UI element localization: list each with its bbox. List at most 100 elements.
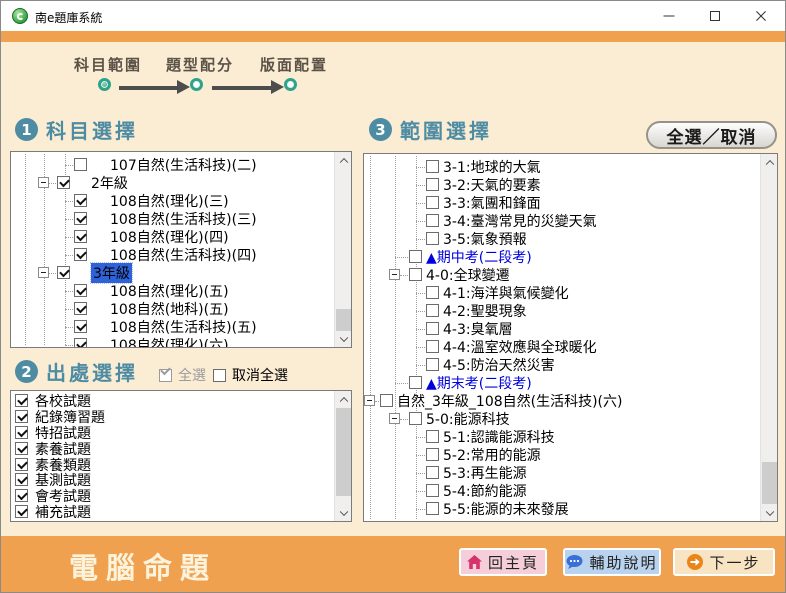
scrollbar-thumb[interactable] xyxy=(336,408,351,496)
tree-checkbox[interactable] xyxy=(409,376,422,389)
tree-label[interactable]: 5-4:節約能源 xyxy=(443,481,527,501)
tree-row[interactable]: 108自然(理化)(四) xyxy=(11,228,334,246)
tree-row[interactable]: 4-5:防治天然災害 xyxy=(364,356,760,374)
tree-checkbox[interactable] xyxy=(426,178,439,191)
help-button[interactable]: 輔助說明 xyxy=(563,548,661,576)
step-node-1[interactable] xyxy=(98,78,111,91)
tree-row[interactable]: 4-1:海洋與氣候變化 xyxy=(364,284,760,302)
tree-row[interactable]: ▲期末考(二段考) xyxy=(364,374,760,392)
tree-checkbox[interactable] xyxy=(74,194,87,207)
tree-label[interactable]: 5-3:再生能源 xyxy=(443,463,527,483)
tree-row[interactable]: 5-0:能源科技 xyxy=(364,410,760,428)
tree-checkbox[interactable] xyxy=(426,322,439,335)
tree-checkbox[interactable] xyxy=(380,394,393,407)
subject-tree-scrollbar[interactable] xyxy=(334,152,351,347)
source-list-scrollbar[interactable] xyxy=(334,391,351,521)
tree-checkbox[interactable] xyxy=(74,302,87,315)
tree-checkbox[interactable] xyxy=(426,286,439,299)
scrollbar-thumb[interactable] xyxy=(336,309,351,331)
source-checkbox[interactable] xyxy=(15,394,28,407)
tree-label[interactable]: 3-1:地球的大氣 xyxy=(443,157,541,177)
tree-row[interactable]: 108自然(生活科技)(三) xyxy=(11,210,334,228)
tree-label[interactable]: 2年級 xyxy=(91,173,128,193)
tree-label[interactable]: 3-4:臺灣常見的災變天氣 xyxy=(443,211,597,231)
tree-label[interactable]: 3-3:氣團和鋒面 xyxy=(443,193,541,213)
tree-label[interactable]: 5-0:能源科技 xyxy=(426,409,510,429)
close-icon[interactable] xyxy=(738,1,784,31)
tree-checkbox[interactable] xyxy=(426,358,439,371)
checkbox-icon[interactable] xyxy=(213,369,226,382)
tree-label[interactable]: 108自然(生活科技)(五) xyxy=(110,317,257,337)
scroll-down-icon[interactable] xyxy=(335,330,352,347)
tree-checkbox[interactable] xyxy=(74,230,87,243)
tree-row[interactable]: 5-1:認識能源科技 xyxy=(364,428,760,446)
scroll-up-icon[interactable] xyxy=(335,152,352,169)
tree-row[interactable]: 4-3:臭氧層 xyxy=(364,320,760,338)
tree-label[interactable]: 4-3:臭氧層 xyxy=(443,319,513,339)
tree-row[interactable]: 5-5:能源的未來發展 xyxy=(364,500,760,518)
source-checkbox[interactable] xyxy=(15,489,28,502)
tree-label[interactable]: 107自然(生活科技)(二) xyxy=(110,155,257,175)
tree-checkbox[interactable] xyxy=(426,232,439,245)
tree-row[interactable]: 3-3:氣團和鋒面 xyxy=(364,194,760,212)
tree-checkbox[interactable] xyxy=(74,248,87,261)
tree-checkbox[interactable] xyxy=(74,212,87,225)
tree-label[interactable]: 108自然(理化)(六) xyxy=(110,335,229,347)
tree-label[interactable]: 4-2:聖嬰現象 xyxy=(443,301,527,321)
tree-row[interactable]: 108自然(地科)(五) xyxy=(11,300,334,318)
source-checkbox[interactable] xyxy=(15,410,28,423)
tree-label[interactable]: 108自然(地科)(五) xyxy=(110,299,229,319)
tree-checkbox[interactable] xyxy=(74,338,87,347)
source-checkbox[interactable] xyxy=(15,458,28,471)
source-label[interactable]: 補充試題 xyxy=(35,502,91,521)
tree-row[interactable]: 108自然(生活科技)(四) xyxy=(11,246,334,264)
tree-collapse-icon[interactable] xyxy=(364,395,375,406)
deselect-all-checkbox[interactable]: 取消全選 xyxy=(213,365,288,385)
tree-row[interactable]: 3-5:氣象預報 xyxy=(364,230,760,248)
tree-checkbox[interactable] xyxy=(409,412,422,425)
tree-row[interactable]: 5-4:節約能源 xyxy=(364,482,760,500)
tree-row[interactable]: 4-4:溫室效應與全球暖化 xyxy=(364,338,760,356)
tree-checkbox[interactable] xyxy=(57,266,70,279)
tree-row[interactable]: 自然_3年級_108自然(生活科技)(六) xyxy=(364,392,760,410)
tree-checkbox[interactable] xyxy=(74,320,87,333)
tree-checkbox[interactable] xyxy=(426,340,439,353)
tree-checkbox[interactable] xyxy=(74,158,87,171)
tree-checkbox[interactable] xyxy=(426,502,439,515)
scroll-up-icon[interactable] xyxy=(761,154,778,171)
tree-row[interactable]: 3年級 xyxy=(11,264,334,282)
tree-checkbox[interactable] xyxy=(426,430,439,443)
tree-row[interactable]: 3-2:天氣的要素 xyxy=(364,176,760,194)
tree-label[interactable]: 4-1:海洋與氣候變化 xyxy=(443,283,569,303)
tree-label[interactable]: 4-5:防治天然災害 xyxy=(443,355,555,375)
tree-collapse-icon[interactable] xyxy=(38,267,49,278)
scrollbar-thumb[interactable] xyxy=(762,462,777,504)
tree-row[interactable]: 5-3:再生能源 xyxy=(364,464,760,482)
tree-collapse-icon[interactable] xyxy=(389,269,400,280)
tree-label[interactable]: 108自然(理化)(三) xyxy=(110,191,229,211)
home-button[interactable]: 回主頁 xyxy=(459,548,547,576)
tree-row[interactable]: 108自然(理化)(三) xyxy=(11,192,334,210)
step-node-3[interactable] xyxy=(284,78,297,91)
tree-label[interactable]: 自然_3年級_108自然(生活科技)(六) xyxy=(397,391,622,411)
next-step-button[interactable]: 下一步 xyxy=(673,548,775,576)
source-list-item[interactable]: 補充試題 xyxy=(11,504,334,520)
tree-row[interactable]: 3-1:地球的大氣 xyxy=(364,158,760,176)
select-all-toggle-button[interactable]: 全選／取消 xyxy=(646,121,777,149)
tree-row[interactable]: 4-0:全球變遷 xyxy=(364,266,760,284)
source-checkbox[interactable] xyxy=(15,442,28,455)
source-checkbox[interactable] xyxy=(15,473,28,486)
tree-row[interactable]: 107自然(生活科技)(二) xyxy=(11,156,334,174)
select-all-checkbox[interactable]: 全選 xyxy=(159,365,206,385)
checkbox-icon[interactable] xyxy=(159,369,172,382)
tree-row[interactable]: 108自然(理化)(六) xyxy=(11,336,334,347)
tree-checkbox[interactable] xyxy=(57,176,70,189)
tree-checkbox[interactable] xyxy=(426,196,439,209)
tree-row[interactable]: 4-2:聖嬰現象 xyxy=(364,302,760,320)
tree-collapse-icon[interactable] xyxy=(38,177,49,188)
tree-checkbox[interactable] xyxy=(74,284,87,297)
minimize-icon[interactable] xyxy=(646,1,692,31)
tree-label[interactable]: 4-0:全球變遷 xyxy=(426,265,510,285)
tree-label[interactable]: 108自然(生活科技)(四) xyxy=(110,245,257,265)
tree-checkbox[interactable] xyxy=(409,250,422,263)
